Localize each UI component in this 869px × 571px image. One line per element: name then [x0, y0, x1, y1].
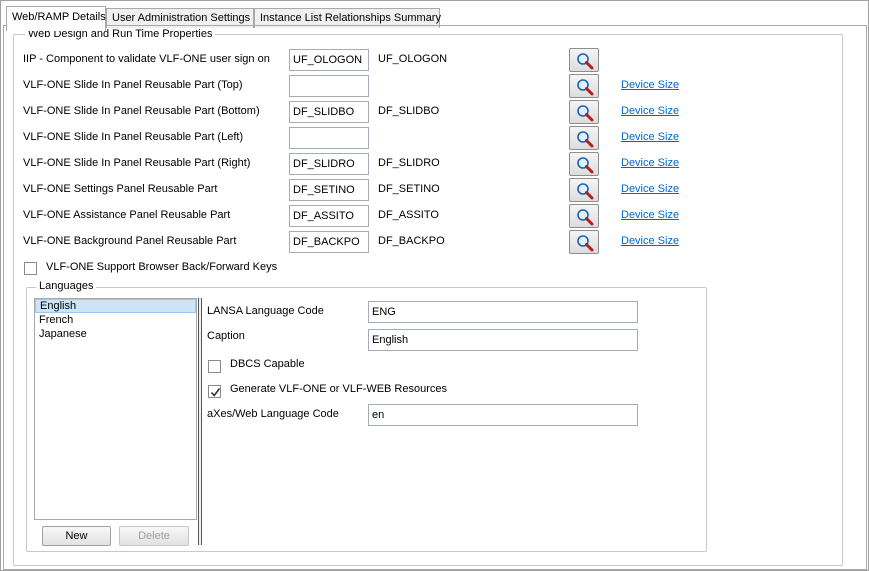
tab-web-ramp-details[interactable]: Web/RAMP Details — [6, 6, 106, 31]
magnifier-icon — [577, 105, 594, 122]
magnifier-icon — [577, 131, 594, 148]
splitter-handle[interactable] — [198, 298, 202, 545]
prop-desc-settings-panel: DF_SETINO — [378, 183, 440, 195]
axes-code-input[interactable]: en — [368, 404, 638, 426]
magnifier-icon — [577, 79, 594, 96]
generate-resources-checkbox[interactable] — [208, 385, 221, 398]
prop-label-slide-right: VLF-ONE Slide In Panel Reusable Part (Ri… — [23, 157, 251, 169]
prompt-button-slide-left[interactable] — [569, 126, 599, 150]
prop-input-slide-right[interactable]: DF_SLIDRO — [289, 153, 369, 175]
prompt-button-slide-top[interactable] — [569, 74, 599, 98]
list-item[interactable]: Japanese — [35, 327, 196, 341]
window-frame: Web/RAMP Details User Administration Set… — [0, 0, 869, 571]
prop-desc-assistance-panel: DF_ASSITO — [378, 209, 439, 221]
prop-label-settings-panel: VLF-ONE Settings Panel Reusable Part — [23, 183, 218, 195]
lansa-code-input[interactable]: ENG — [368, 301, 638, 323]
browser-keys-checkbox[interactable] — [24, 262, 37, 275]
device-size-link-assistance-panel[interactable]: Device Size — [621, 209, 679, 221]
magnifier-icon — [577, 53, 594, 70]
prop-label-background-panel: VLF-ONE Background Panel Reusable Part — [23, 235, 237, 247]
generate-resources-label: Generate VLF-ONE or VLF-WEB Resources — [230, 383, 448, 395]
prompt-button-slide-bottom[interactable] — [569, 100, 599, 124]
prop-desc-slide-right: DF_SLIDRO — [378, 157, 440, 169]
prompt-button-background-panel[interactable] — [569, 230, 599, 254]
prop-label-slide-top: VLF-ONE Slide In Panel Reusable Part (To… — [23, 79, 243, 91]
prop-input-background-panel[interactable]: DF_BACKPO — [289, 231, 369, 253]
prop-desc-slide-bottom: DF_SLIDBO — [378, 105, 440, 117]
prompt-button-settings-panel[interactable] — [569, 178, 599, 202]
prop-input-slide-left[interactable] — [289, 127, 369, 149]
prop-input-assistance-panel[interactable]: DF_ASSITO — [289, 205, 369, 227]
prop-input-slide-bottom[interactable]: DF_SLIDBO — [289, 101, 369, 123]
device-size-link-slide-right[interactable]: Device Size — [621, 157, 679, 169]
prop-desc-iip: UF_OLOGON — [378, 53, 448, 65]
device-size-link-slide-left[interactable]: Device Size — [621, 131, 679, 143]
delete-button[interactable]: Delete — [119, 526, 189, 546]
prop-desc-background-panel: DF_BACKPO — [378, 235, 445, 247]
magnifier-icon — [577, 157, 594, 174]
axes-code-label: aXes/Web Language Code — [207, 408, 339, 420]
device-size-link-background-panel[interactable]: Device Size — [621, 235, 679, 247]
tab-strip: Web/RAMP Details User Administration Set… — [3, 6, 867, 31]
prop-input-settings-panel[interactable]: DF_SETINO — [289, 179, 369, 201]
prop-label-iip: IIP - Component to validate VLF-ONE user… — [23, 53, 270, 65]
prop-label-slide-bottom: VLF-ONE Slide In Panel Reusable Part (Bo… — [23, 105, 260, 117]
lansa-code-label: LANSA Language Code — [207, 305, 324, 317]
languages-group-legend: Languages — [36, 280, 97, 292]
prop-label-assistance-panel: VLF-ONE Assistance Panel Reusable Part — [23, 209, 231, 221]
magnifier-icon — [577, 235, 594, 252]
prompt-button-slide-right[interactable] — [569, 152, 599, 176]
caption-input[interactable]: English — [368, 329, 638, 351]
new-button[interactable]: New — [42, 526, 111, 546]
list-item[interactable]: English — [35, 299, 196, 313]
prop-label-slide-left: VLF-ONE Slide In Panel Reusable Part (Le… — [23, 131, 244, 143]
magnifier-icon — [577, 183, 594, 200]
device-size-link-settings-panel[interactable]: Device Size — [621, 183, 679, 195]
browser-keys-label: VLF-ONE Support Browser Back/Forward Key… — [46, 261, 278, 273]
prompt-button-assistance-panel[interactable] — [569, 204, 599, 228]
device-size-link-slide-top[interactable]: Device Size — [621, 79, 679, 91]
list-item[interactable]: French — [35, 313, 196, 327]
caption-label: Caption — [207, 330, 245, 342]
dbcs-label: DBCS Capable — [230, 358, 305, 370]
dbcs-checkbox[interactable] — [208, 360, 221, 373]
checkmark-icon — [210, 388, 221, 397]
prop-input-slide-top[interactable] — [289, 75, 369, 97]
device-size-link-slide-bottom[interactable]: Device Size — [621, 105, 679, 117]
magnifier-icon — [577, 209, 594, 226]
prop-input-iip[interactable]: UF_OLOGON — [289, 49, 369, 71]
prompt-button-iip[interactable] — [569, 48, 599, 72]
language-list[interactable]: English French Japanese — [34, 298, 197, 520]
